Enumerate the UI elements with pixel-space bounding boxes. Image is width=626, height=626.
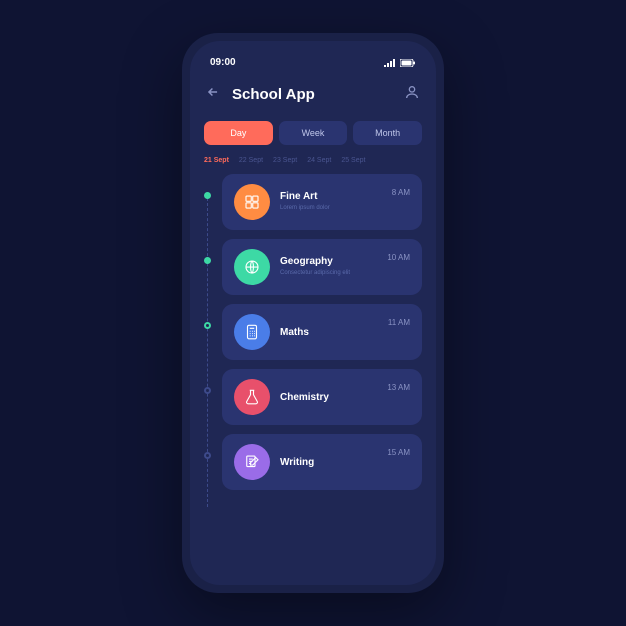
card-body: Maths: [280, 327, 378, 338]
flask-icon: [234, 379, 270, 415]
calculator-icon: [234, 314, 270, 350]
date-item[interactable]: 23 Sept: [273, 157, 297, 164]
phone-frame: 09:00 School App Day Week Month 21 Sept: [182, 33, 444, 593]
card-body: Chemistry: [280, 392, 377, 403]
timeline-dot: [204, 387, 211, 394]
class-name: Maths: [280, 327, 378, 338]
tab-label: Month: [375, 128, 400, 138]
date-item[interactable]: 22 Sept: [239, 157, 263, 164]
timeline-dot: [204, 322, 211, 329]
class-subtitle: Consectetur adipiscing elit: [280, 270, 377, 277]
date-item[interactable]: 25 Sept: [341, 157, 365, 164]
screen: 09:00 School App Day Week Month 21 Sept: [190, 41, 436, 585]
status-bar: 09:00: [204, 55, 422, 68]
timeline-dot: [204, 452, 211, 459]
card-body: Fine Art Lorem ipsum dolor: [280, 191, 382, 212]
class-time: 11 AM: [388, 318, 410, 327]
class-subtitle: Lorem ipsum dolor: [280, 205, 382, 212]
timeline-rail: [204, 174, 212, 517]
tab-day[interactable]: Day: [204, 121, 273, 145]
class-name: Fine Art: [280, 191, 382, 202]
tab-week[interactable]: Week: [279, 121, 348, 145]
tab-label: Week: [302, 128, 325, 138]
class-time: 10 AM: [387, 253, 410, 262]
class-card[interactable]: Maths 11 AM: [222, 304, 422, 360]
class-card[interactable]: Writing 15 AM: [222, 434, 422, 490]
class-time: 8 AM: [392, 188, 410, 197]
palette-icon: [234, 184, 270, 220]
timeline-dot: [204, 192, 211, 199]
page-title: School App: [232, 86, 404, 103]
timeline-dot: [204, 257, 211, 264]
date-item[interactable]: 21 Sept: [204, 157, 229, 164]
card-body: Geography Consectetur adipiscing elit: [280, 256, 377, 277]
class-card[interactable]: Geography Consectetur adipiscing elit 10…: [222, 239, 422, 295]
class-list: Fine Art Lorem ipsum dolor 8 AM Geograph…: [222, 174, 422, 517]
pencil-icon: [234, 444, 270, 480]
globe-icon: [234, 249, 270, 285]
class-card[interactable]: Fine Art Lorem ipsum dolor 8 AM: [222, 174, 422, 230]
battery-icon: [400, 59, 416, 67]
status-time: 09:00: [210, 57, 236, 68]
tab-month[interactable]: Month: [353, 121, 422, 145]
class-name: Geography: [280, 256, 377, 267]
app-header: School App: [204, 84, 422, 105]
tab-label: Day: [230, 128, 246, 138]
class-time: 13 AM: [387, 383, 410, 392]
class-name: Writing: [280, 457, 377, 468]
profile-icon[interactable]: [404, 84, 420, 105]
view-tabs: Day Week Month: [204, 121, 422, 145]
class-time: 15 AM: [387, 448, 410, 457]
class-card[interactable]: Chemistry 13 AM: [222, 369, 422, 425]
date-item[interactable]: 24 Sept: [307, 157, 331, 164]
timeline: Fine Art Lorem ipsum dolor 8 AM Geograph…: [204, 174, 422, 517]
rail-line: [207, 198, 208, 507]
date-strip: 21 Sept 22 Sept 23 Sept 24 Sept 25 Sept: [204, 157, 422, 164]
back-icon[interactable]: [206, 85, 222, 104]
class-name: Chemistry: [280, 392, 377, 403]
status-indicators: [384, 59, 416, 67]
card-body: Writing: [280, 457, 377, 468]
signal-icon: [384, 59, 396, 67]
